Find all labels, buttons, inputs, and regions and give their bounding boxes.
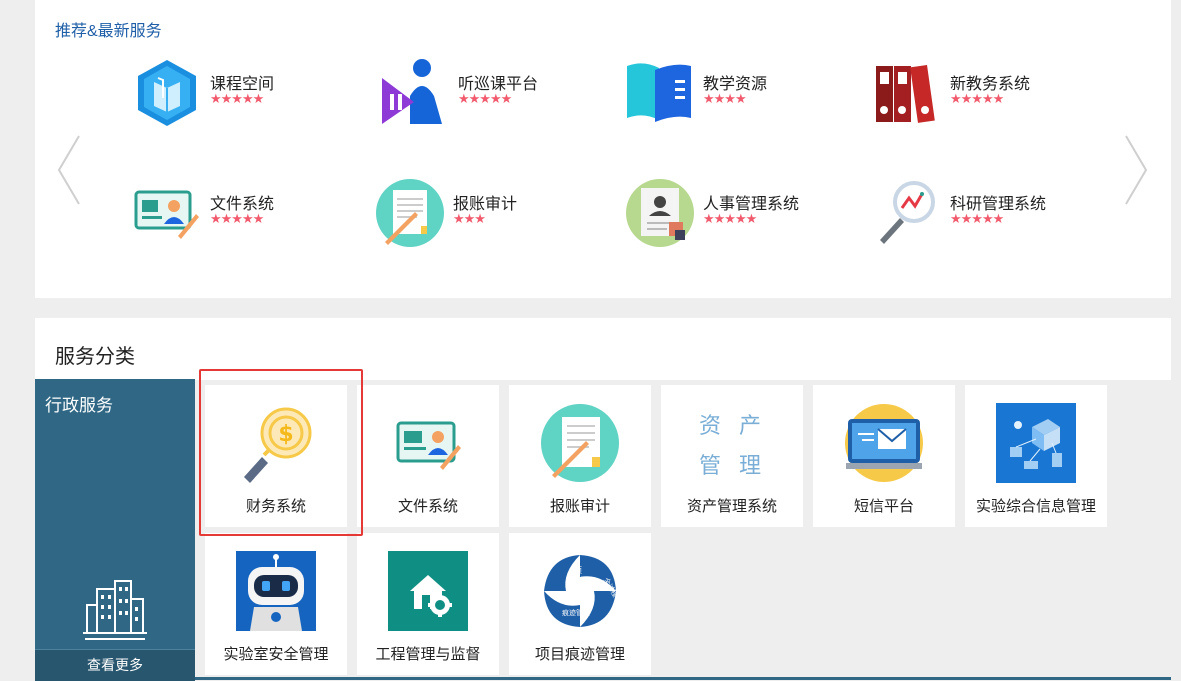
lab-network-icon <box>996 403 1076 483</box>
service-card-lab-safety[interactable]: 实验室安全管理 <box>205 533 347 675</box>
service-label: 实验综合信息管理 <box>975 498 1096 515</box>
service-label: 工程管理与监督 <box>375 646 481 663</box>
service-label: 短信平台 <box>853 498 914 515</box>
carousel-prev-arrow-icon[interactable] <box>55 130 85 210</box>
rating-stars: ★★★★★ <box>458 91 512 106</box>
buildings-icon <box>83 580 147 640</box>
id-card-icon <box>396 421 461 470</box>
rating-stars: ★★★★ <box>703 91 747 106</box>
rating-stars: ★★★★★ <box>950 91 1004 106</box>
view-more-button[interactable]: 查看更多 <box>35 649 195 681</box>
service-label: 报账审计 <box>549 498 610 515</box>
rating-stars: ★★★★★ <box>950 211 1004 226</box>
rec-item-research-system[interactable]: 科研管理系统 ★★★★★ <box>872 178 1102 258</box>
rating-stars: ★★★★★ <box>210 91 264 106</box>
service-label: 项目痕迹管理 <box>534 646 625 663</box>
asset-icon-char: 资 <box>699 414 721 439</box>
rec-item-reimbursement-audit[interactable]: 报账审计 ★★★ <box>375 178 605 258</box>
lecture-platform-icon <box>382 59 442 124</box>
service-card-sms-platform[interactable]: 短信平台 <box>813 385 955 527</box>
teaching-resources-icon <box>627 63 691 122</box>
project-icon-char: 项 <box>574 566 582 575</box>
service-card-asset-management[interactable]: 资 产 管 理 资产管理系统 <box>661 385 803 527</box>
rec-item-lecture-platform[interactable]: 听巡课平台 ★★★★★ <box>380 58 610 138</box>
binders-icon <box>876 65 935 123</box>
sidebar-title: 行政服务 <box>45 396 113 415</box>
project-icon-text: 痕迹管理 <box>562 608 590 617</box>
project-icon-char: 目 <box>580 576 588 585</box>
laptop-mail-icon <box>845 404 923 482</box>
hr-profile-icon <box>626 179 694 247</box>
rating-stars: ★★★ <box>453 211 486 226</box>
house-gear-icon <box>388 551 468 631</box>
carousel-next-arrow-icon[interactable] <box>1120 130 1150 210</box>
rec-item-course-space[interactable]: 课程空间 ★★★★★ <box>132 58 362 138</box>
service-card-finance[interactable]: $ 财务系统 <box>205 385 347 527</box>
magnifier-chart-icon <box>880 181 935 244</box>
service-card-lab-info[interactable]: 实验综合信息管理 <box>965 385 1107 527</box>
service-label: 财务系统 <box>245 498 306 515</box>
document-edit-icon <box>376 179 444 247</box>
finance-magnifier-icon: $ <box>244 407 312 483</box>
asset-icon-char: 管 <box>699 454 721 479</box>
recommended-panel: 推荐&最新服务 课程空间 ★★★★★ 听巡课平台 ★★★★★ 教学资源 ★★★★… <box>35 0 1171 298</box>
asset-text-icon: 资 产 管 理 <box>699 414 761 479</box>
categories-header: 服务分类 <box>35 318 1171 380</box>
rec-item-teaching-resources[interactable]: 教学资源 ★★★★ <box>625 58 855 138</box>
category-sidebar[interactable]: 行政服务 查看更多 <box>35 379 195 681</box>
service-label: 文件系统 <box>397 498 458 515</box>
service-label: 实验室安全管理 <box>223 646 329 663</box>
asset-icon-char: 产 <box>739 414 761 439</box>
rec-item-new-academic-system[interactable]: 新教务系统 ★★★★★ <box>872 58 1102 138</box>
rec-item-file-system[interactable]: 文件系统 ★★★★★ <box>132 178 362 258</box>
service-label: 资产管理系统 <box>686 498 777 515</box>
categories-title: 服务分类 <box>55 346 135 368</box>
rating-stars: ★★★★★ <box>210 211 264 226</box>
rating-stars: ★★★★★ <box>703 211 757 226</box>
project-swirl-icon: 项 目 痕迹管理 全过程 <box>541 552 620 630</box>
asset-icon-char: 理 <box>739 454 761 479</box>
recommended-title: 推荐&最新服务 <box>55 23 162 40</box>
document-edit-icon <box>541 404 619 482</box>
service-card-project-trace[interactable]: 项 目 痕迹管理 全过程 项目痕迹管理 <box>509 533 651 675</box>
course-space-icon <box>138 60 196 126</box>
svg-text:$: $ <box>278 422 293 447</box>
service-card-engineering[interactable]: 工程管理与监督 <box>357 533 499 675</box>
service-card-reimbursement-audit[interactable]: 报账审计 <box>509 385 651 527</box>
robot-icon <box>236 551 316 631</box>
id-card-icon <box>134 190 199 239</box>
service-card-file-system[interactable]: 文件系统 <box>357 385 499 527</box>
rec-item-hr-system[interactable]: 人事管理系统 ★★★★★ <box>625 178 855 258</box>
